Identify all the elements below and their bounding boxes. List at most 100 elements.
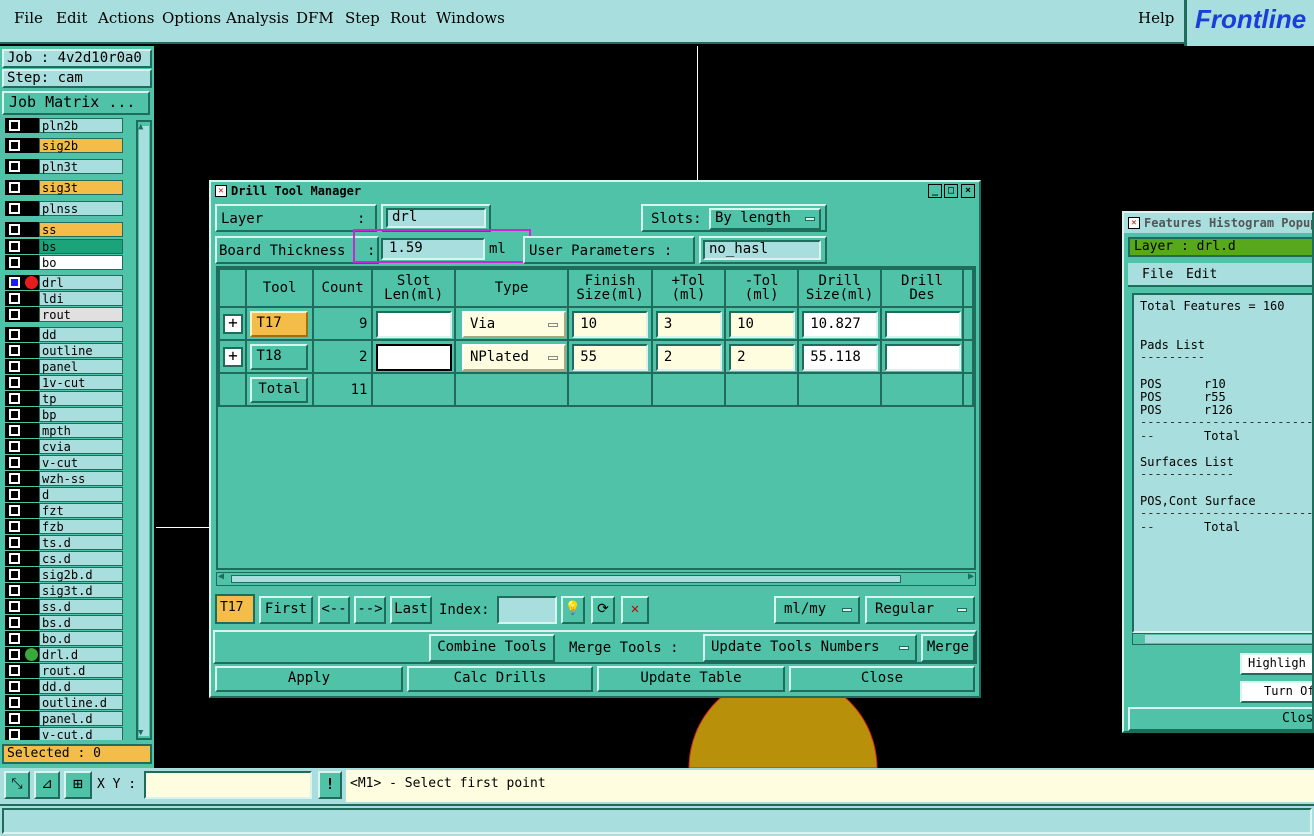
- layer-row-outline-d[interactable]: outline.d: [5, 695, 123, 710]
- layer-checkbox[interactable]: [9, 329, 20, 340]
- layer-checkbox[interactable]: [9, 293, 20, 304]
- scroll-right-icon[interactable]: ▶: [968, 571, 974, 582]
- layer-checkbox[interactable]: [9, 521, 20, 532]
- highlight-button[interactable]: Highligh: [1240, 653, 1312, 675]
- layer-row-pln2b[interactable]: pln2b: [5, 118, 123, 133]
- merge-button[interactable]: Merge: [921, 634, 975, 662]
- layer-row-rout-d[interactable]: rout.d: [5, 663, 123, 678]
- histogram-close-button[interactable]: Close: [1128, 707, 1312, 731]
- layer-row-sig2b[interactable]: sig2b: [5, 138, 123, 153]
- layer-row-panel[interactable]: panel: [5, 359, 123, 374]
- row-select-icon[interactable]: +: [223, 314, 243, 334]
- user-params-field[interactable]: no_hasl: [703, 240, 821, 260]
- histogram-h-scrollbar[interactable]: [1132, 633, 1312, 645]
- merge-option-menu[interactable]: Update Tools Numbers: [703, 634, 917, 662]
- slots-option-menu[interactable]: By length: [709, 208, 821, 230]
- layer-checkbox[interactable]: [9, 182, 20, 193]
- layer-checkbox[interactable]: [9, 203, 20, 214]
- layer-row-bo-d[interactable]: bo.d: [5, 631, 123, 646]
- job-matrix-button[interactable]: Job Matrix ...: [2, 91, 150, 115]
- layer-checkbox[interactable]: [9, 241, 20, 252]
- layer-checkbox[interactable]: [9, 257, 20, 268]
- layer-checkbox[interactable]: [9, 140, 20, 151]
- menu-help[interactable]: Help: [1138, 9, 1174, 27]
- layer-row-d[interactable]: d: [5, 487, 123, 502]
- mode-option-menu[interactable]: Regular: [865, 596, 975, 624]
- xy-field[interactable]: [144, 771, 312, 799]
- layer-checkbox[interactable]: [9, 345, 20, 356]
- layer-checkbox[interactable]: [9, 309, 20, 320]
- update-table-button[interactable]: Update Table: [597, 666, 785, 692]
- layer-checkbox[interactable]: [9, 441, 20, 452]
- layer-row-dd-d[interactable]: dd.d: [5, 679, 123, 694]
- layer-checkbox[interactable]: [9, 457, 20, 468]
- layer-row-cvia[interactable]: cvia: [5, 439, 123, 454]
- slot-field[interactable]: [376, 344, 453, 371]
- layer-checkbox[interactable]: [9, 277, 20, 288]
- layer-checkbox[interactable]: [9, 665, 20, 676]
- layer-row-dd[interactable]: dd: [5, 327, 123, 342]
- layer-row-drl[interactable]: drl: [5, 275, 123, 290]
- layer-checkbox[interactable]: [9, 553, 20, 564]
- menu-edit[interactable]: Edit: [56, 9, 87, 27]
- layer-checkbox[interactable]: [9, 617, 20, 628]
- layer-row-mpth[interactable]: mpth: [5, 423, 123, 438]
- layer-row-bs-d[interactable]: bs.d: [5, 615, 123, 630]
- layer-checkbox[interactable]: [9, 425, 20, 436]
- layer-row-fzb[interactable]: fzb: [5, 519, 123, 534]
- drill-des-field[interactable]: [884, 311, 961, 338]
- scroll-up-icon[interactable]: ▲: [138, 122, 143, 132]
- finish-size-field[interactable]: 10: [572, 311, 649, 338]
- menu-file[interactable]: File: [14, 9, 43, 27]
- menu-actions[interactable]: Actions: [98, 9, 154, 27]
- drill-size-field[interactable]: 10.827: [802, 311, 879, 338]
- layer-field[interactable]: drl: [386, 208, 486, 228]
- minimize-icon[interactable]: _: [928, 184, 942, 198]
- layer-checkbox[interactable]: [9, 473, 20, 484]
- maximize-icon[interactable]: □: [944, 184, 958, 198]
- alert-icon[interactable]: !: [318, 771, 342, 799]
- drill-size-field[interactable]: 55.118: [802, 344, 879, 371]
- layer-checkbox[interactable]: [9, 505, 20, 516]
- layer-checkbox[interactable]: [9, 681, 20, 692]
- calc-drills-button[interactable]: Calc Drills: [407, 666, 593, 692]
- layer-row-v-cut[interactable]: v-cut: [5, 455, 123, 470]
- layer-row-ldi[interactable]: ldi: [5, 291, 123, 306]
- type-option-menu[interactable]: NPlated: [461, 344, 566, 371]
- drill-des-field[interactable]: [884, 344, 961, 371]
- close-button[interactable]: Close: [789, 666, 975, 692]
- layer-checkbox[interactable]: [9, 409, 20, 420]
- layer-row-v-cut-d[interactable]: v-cut.d: [5, 727, 123, 740]
- layer-scrollbar[interactable]: ▲ ▼: [136, 120, 152, 740]
- finish-size-field[interactable]: 55: [572, 344, 649, 371]
- scroll-left-icon[interactable]: ◀: [218, 571, 224, 582]
- measure-icon[interactable]: ⊿: [34, 771, 60, 799]
- layer-row-panel-d[interactable]: panel.d: [5, 711, 123, 726]
- layer-row-plnss[interactable]: plnss: [5, 201, 123, 216]
- layer-row-drl-d[interactable]: drl.d: [5, 647, 123, 662]
- minus-tol-field[interactable]: 10: [729, 311, 796, 338]
- zoom-fit-icon[interactable]: ⤡: [4, 771, 30, 799]
- layer-checkbox[interactable]: [9, 649, 20, 660]
- menu-step[interactable]: Step: [345, 9, 380, 27]
- layer-checkbox[interactable]: [9, 569, 20, 580]
- layer-checkbox[interactable]: [9, 601, 20, 612]
- layer-row-ss[interactable]: ss: [5, 222, 123, 237]
- plus-tol-field[interactable]: 2: [655, 344, 722, 371]
- type-option-menu[interactable]: Via: [461, 311, 566, 338]
- layer-row-rout[interactable]: rout: [5, 307, 123, 322]
- refresh-icon[interactable]: ⟳: [591, 596, 615, 624]
- layer-checkbox[interactable]: [9, 377, 20, 388]
- layer-checkbox[interactable]: [9, 393, 20, 404]
- layer-row-sig3t[interactable]: sig3t: [5, 180, 123, 195]
- delete-icon[interactable]: ✕: [621, 596, 649, 624]
- layer-row-1v-cut[interactable]: 1v-cut: [5, 375, 123, 390]
- menu-analysis[interactable]: Analysis: [226, 9, 289, 27]
- histogram-titlebar[interactable]: ✕ Features Histogram Popup: [1124, 213, 1312, 233]
- layer-row-tp[interactable]: tp: [5, 391, 123, 406]
- tool-button[interactable]: T18: [250, 344, 309, 370]
- combine-tools-button[interactable]: Combine Tools: [429, 634, 555, 662]
- dialog-titlebar[interactable]: ✕ Drill Tool Manager _ □ ×: [211, 182, 979, 200]
- scroll-thumb[interactable]: [1145, 635, 1312, 643]
- histogram-menu-edit[interactable]: Edit: [1186, 267, 1217, 282]
